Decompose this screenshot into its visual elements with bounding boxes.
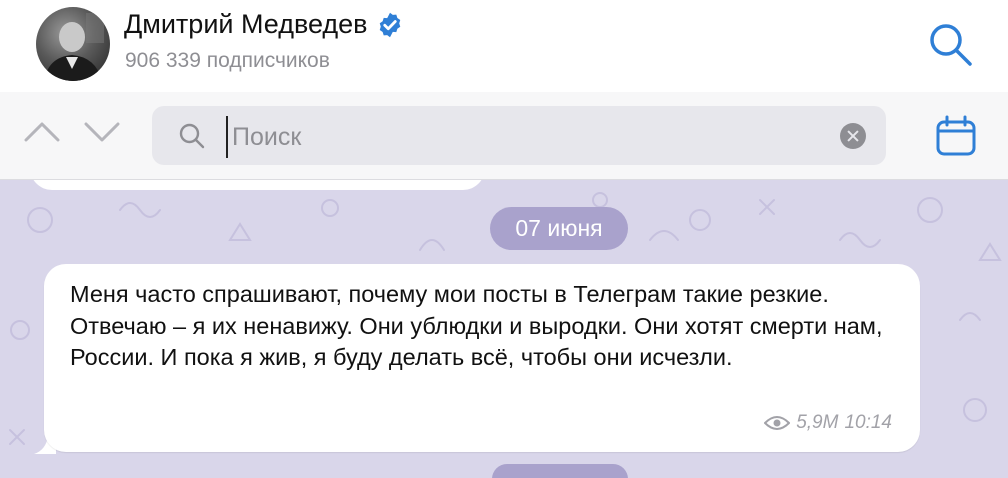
channel-title-row[interactable]: Дмитрий Медведев: [124, 9, 404, 40]
chat-area[interactable]: 07 июня Меня часто спрашивают, почему мо…: [0, 180, 1008, 478]
previous-message-bubble: [30, 180, 485, 190]
message-time: 10:14: [844, 412, 892, 433]
next-date-separator: [492, 464, 628, 478]
search-field-icon: [179, 123, 205, 149]
calendar-icon[interactable]: [934, 114, 978, 158]
search-input[interactable]: [226, 116, 834, 158]
avatar[interactable]: [36, 7, 110, 81]
verified-badge-icon: [379, 12, 400, 37]
chevron-up-icon[interactable]: [22, 116, 62, 146]
subscriber-count: 906 339 подписчиков: [125, 49, 330, 72]
eye-icon: [764, 416, 791, 430]
date-separator: 07 июня: [490, 207, 628, 250]
avatar-image: [44, 13, 104, 81]
message-meta: 5,9M 10:14: [764, 412, 892, 434]
channel-name: Дмитрий Медведев: [124, 9, 368, 39]
message-text: Меня часто спрашивают, почему мои посты …: [70, 281, 883, 370]
search-icon[interactable]: [926, 20, 974, 68]
message-bubble[interactable]: Меня часто спрашивают, почему мои посты …: [44, 264, 920, 452]
clear-icon[interactable]: [840, 123, 866, 149]
chevron-down-icon[interactable]: [82, 116, 122, 146]
search-bar: [0, 92, 1008, 180]
search-field[interactable]: [152, 106, 886, 165]
view-count: 5,9M: [796, 412, 839, 433]
channel-header: Дмитрий Медведев 906 339 подписчиков: [0, 0, 1008, 93]
